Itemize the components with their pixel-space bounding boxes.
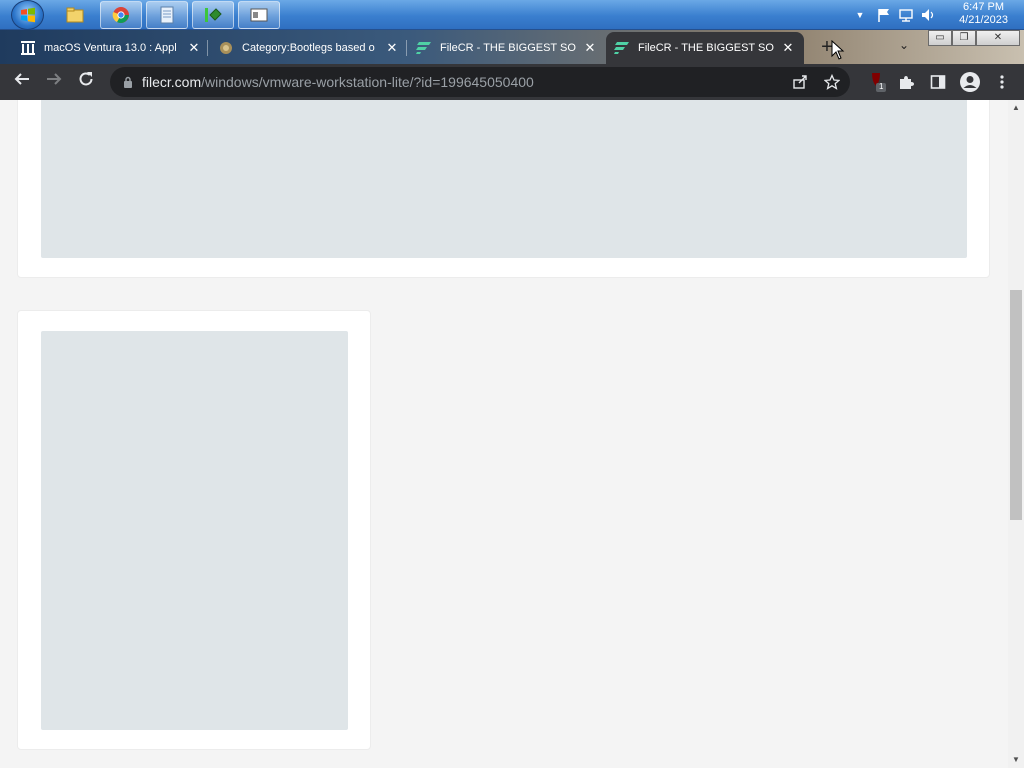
url-path: /windows/vmware-workstation-lite/?id=199… <box>201 74 534 90</box>
reload-icon <box>79 72 93 86</box>
taskbar-clock[interactable]: 6:47 PM 4/21/2023 <box>959 1 1008 27</box>
wiki-icon <box>218 40 234 56</box>
taskbar-file-explorer[interactable] <box>54 1 96 29</box>
browser-toolbar: filecr.com/windows/vmware-workstation-li… <box>0 64 1024 100</box>
bookmark-button[interactable] <box>820 67 844 97</box>
archive-org-icon <box>20 40 36 56</box>
clock-date: 4/21/2023 <box>959 14 1008 26</box>
scroll-up-icon[interactable]: ▲ <box>1008 100 1024 116</box>
content-card <box>17 100 990 278</box>
chrome-icon <box>112 7 129 23</box>
start-button[interactable] <box>11 0 44 30</box>
network-app-icon <box>205 8 222 22</box>
close-icon[interactable]: ✕ <box>582 40 598 56</box>
menu-button[interactable] <box>990 70 1014 94</box>
profile-button[interactable] <box>958 70 982 94</box>
lock-icon[interactable] <box>122 76 134 89</box>
tab-strip: macOS Ventura 13.0 : Appl ✕ Category:Boo… <box>0 30 1024 64</box>
tab-title: Category:Bootlegs based o <box>242 42 375 54</box>
ublock-extension-button[interactable]: 1 <box>864 70 888 94</box>
chevron-down-icon: ⌄ <box>898 38 910 52</box>
tab-separator <box>207 40 208 56</box>
network-icon[interactable] <box>898 7 914 23</box>
volume-icon[interactable] <box>920 7 936 23</box>
vertical-scrollbar[interactable]: ▲ ▼ <box>1008 100 1024 768</box>
page-content <box>0 100 1008 768</box>
star-icon <box>824 74 840 90</box>
close-icon[interactable]: ✕ <box>186 40 202 56</box>
close-icon[interactable]: ✕ <box>780 40 796 56</box>
clock-time: 6:47 PM <box>963 1 1005 13</box>
tab-filecr-active[interactable]: FileCR - THE BIGGEST SOF ✕ <box>606 32 804 64</box>
tab-title: macOS Ventura 13.0 : Appl <box>44 42 177 54</box>
taskbar-notepad[interactable] <box>146 1 188 29</box>
file-explorer-icon <box>66 7 84 23</box>
share-button[interactable] <box>788 67 812 97</box>
filecr-icon <box>614 40 630 56</box>
window-controls: ▭ ❐ ✕ <box>928 30 1020 46</box>
tab-search-button[interactable]: ⌄ <box>894 38 914 56</box>
reload-button[interactable] <box>74 70 98 94</box>
flag-icon[interactable] <box>876 7 892 23</box>
share-icon <box>793 75 807 89</box>
window-close-button[interactable]: ✕ <box>976 30 1020 46</box>
side-panel-icon <box>930 75 946 89</box>
extensions-button[interactable] <box>894 70 918 94</box>
taskbar-chrome[interactable] <box>100 1 142 29</box>
filecr-icon <box>416 40 432 56</box>
forward-button[interactable] <box>42 70 66 94</box>
back-arrow-icon <box>14 73 29 85</box>
tab-title: FileCR - THE BIGGEST SOF <box>638 42 774 54</box>
ublock-icon <box>872 73 886 92</box>
minimize-button[interactable]: ▭ <box>928 30 952 46</box>
side-panel-button[interactable] <box>926 70 950 94</box>
more-vert-icon <box>1000 75 1004 89</box>
taskbar-network-app[interactable] <box>192 1 234 29</box>
chevron-up-icon[interactable]: ▼ <box>852 10 868 20</box>
forward-arrow-icon <box>47 73 62 85</box>
url-host: filecr.com <box>142 74 202 90</box>
content-card <box>17 310 371 750</box>
image-placeholder <box>41 100 967 258</box>
tab-bootlegs[interactable]: Category:Bootlegs based o ✕ <box>210 32 408 64</box>
notepad-icon <box>160 6 174 24</box>
image-placeholder <box>41 331 348 730</box>
windows-orb-icon <box>20 7 35 23</box>
system-tray: ▼ <box>852 0 936 30</box>
windows-taskbar: ▼ 6:47 PM 4/21/2023 <box>0 0 1024 30</box>
tab-filecr-1[interactable]: FileCR - THE BIGGEST SOF ✕ <box>408 32 606 64</box>
tab-title: FileCR - THE BIGGEST SOF <box>440 42 576 54</box>
address-bar[interactable]: filecr.com/windows/vmware-workstation-li… <box>110 67 850 97</box>
tab-archive[interactable]: macOS Ventura 13.0 : Appl ✕ <box>12 32 210 64</box>
avatar-icon <box>960 72 980 92</box>
scrollbar-thumb[interactable] <box>1010 290 1022 520</box>
window-app-icon <box>250 8 268 22</box>
tab-separator <box>406 40 407 56</box>
close-icon[interactable]: ✕ <box>384 40 400 56</box>
restore-button[interactable]: ❐ <box>952 30 976 46</box>
taskbar-window-app[interactable] <box>238 1 280 29</box>
mouse-cursor-icon <box>831 40 845 60</box>
scroll-down-icon[interactable]: ▼ <box>1008 752 1024 768</box>
puzzle-icon <box>900 76 914 89</box>
back-button[interactable] <box>10 70 34 94</box>
extension-badge: 1 <box>879 82 884 91</box>
